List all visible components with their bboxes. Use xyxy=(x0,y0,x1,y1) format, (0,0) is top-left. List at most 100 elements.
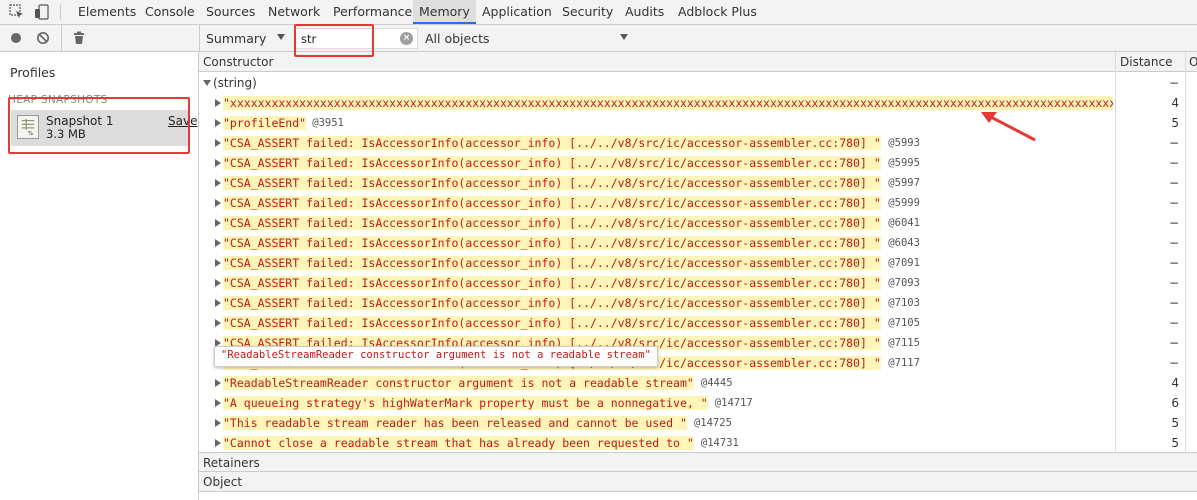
table-row[interactable]: "CSA_ASSERT failed: IsAccessorInfo(acces… xyxy=(199,253,1197,273)
objects-select[interactable]: All objects xyxy=(425,31,490,46)
tab-sources[interactable]: Sources xyxy=(206,0,255,24)
heap-snapshots-title: HEAP SNAPSHOTS xyxy=(8,94,108,106)
table-row[interactable]: "profileEnd" @3951 5 xyxy=(199,113,1197,133)
string-value: "CSA_ASSERT failed: IsAccessorInfo(acces… xyxy=(223,176,881,190)
chevron-down-icon[interactable] xyxy=(620,34,628,40)
table-row[interactable]: "CSA_ASSERT failed: IsAccessorInfo(acces… xyxy=(199,193,1197,213)
distance-cell: 5 xyxy=(1171,416,1179,430)
distance-cell: − xyxy=(1168,216,1179,230)
string-value: "CSA_ASSERT failed: IsAccessorInfo(acces… xyxy=(223,216,881,230)
object-column-header[interactable]: Object xyxy=(199,472,1197,492)
distance-cell: 4 xyxy=(1171,376,1179,390)
expand-triangle-icon[interactable] xyxy=(215,219,221,227)
distance-cell: 4 xyxy=(1171,96,1179,110)
string-value: "This readable stream reader has been re… xyxy=(223,416,687,430)
column-header-constructor[interactable]: Constructor xyxy=(203,55,273,69)
table-row[interactable]: "CSA_ASSERT failed: IsAccessorInfo(acces… xyxy=(199,173,1197,193)
table-row[interactable]: "CSA_ASSERT failed: IsAccessorInfo(acces… xyxy=(199,153,1197,173)
chevron-down-icon[interactable] xyxy=(277,34,285,40)
class-filter-box[interactable]: × xyxy=(294,28,418,49)
table-row[interactable]: "ReadableStreamReader constructor argume… xyxy=(199,373,1197,393)
expand-triangle-icon[interactable] xyxy=(215,239,221,247)
tab-elements[interactable]: Elements xyxy=(78,0,136,24)
toolbar-divider xyxy=(61,25,62,52)
expand-triangle-icon[interactable] xyxy=(215,399,221,407)
group-row-string[interactable]: (string) − xyxy=(199,73,1197,93)
distance-cell: 5 xyxy=(1171,116,1179,130)
distance-cell: − xyxy=(1168,276,1179,290)
tab-memory[interactable]: Memory xyxy=(413,0,476,24)
string-value: "CSA_ASSERT failed: IsAccessorInfo(acces… xyxy=(223,256,881,270)
table-row[interactable]: "This readable stream reader has been re… xyxy=(199,413,1197,433)
table-row[interactable]: "xxxxxxxxxxxxxxxxxxxxxxxxxxxxxxxxxxxxxxx… xyxy=(199,93,1197,113)
string-value: "CSA_ASSERT failed: IsAccessorInfo(acces… xyxy=(223,236,881,250)
devtools-tab-bar: Elements Console Sources Network Performance… xyxy=(0,0,1197,25)
expand-triangle-icon[interactable] xyxy=(215,279,221,287)
expand-triangle-icon[interactable] xyxy=(215,439,221,447)
table-row[interactable]: "A queueing strategy's highWaterMark pro… xyxy=(199,393,1197,413)
record-heap-snapshot-icon[interactable] xyxy=(9,31,23,45)
string-value: "CSA_ASSERT failed: IsAccessorInfo(acces… xyxy=(223,316,881,330)
tab-audits[interactable]: Audits xyxy=(625,0,664,24)
tab-console[interactable]: Console xyxy=(145,0,195,24)
device-toolbar-icon[interactable] xyxy=(34,4,50,20)
expand-triangle-icon[interactable] xyxy=(215,419,221,427)
tab-application[interactable]: Application xyxy=(482,0,552,24)
expand-triangle-icon[interactable] xyxy=(215,299,221,307)
object-id: @7103 xyxy=(888,297,920,309)
svg-text:%: % xyxy=(28,131,33,137)
table-row[interactable]: "CSA_ASSERT failed: IsAccessorInfo(acces… xyxy=(199,273,1197,293)
trash-icon[interactable] xyxy=(72,31,86,45)
distance-cell: − xyxy=(1168,336,1179,350)
expand-triangle-icon[interactable] xyxy=(215,179,221,187)
object-id: @3951 xyxy=(312,117,344,129)
retainers-title: Retainers xyxy=(203,456,260,470)
distance-cell: − xyxy=(1168,296,1179,310)
profiles-sidebar: Profiles HEAP SNAPSHOTS % Snapshot 1 3.3… xyxy=(0,52,199,500)
expand-triangle-icon[interactable] xyxy=(215,319,221,327)
clear-filter-icon[interactable]: × xyxy=(400,32,413,45)
tab-adblock-plus[interactable]: Adblock Plus xyxy=(678,0,757,24)
tabbar-divider xyxy=(60,4,61,20)
profiles-title: Profiles xyxy=(10,65,56,80)
expand-triangle-icon[interactable] xyxy=(215,199,221,207)
expand-triangle-icon[interactable] xyxy=(215,99,221,107)
distance-cell: − xyxy=(1168,356,1179,370)
expand-triangle-icon[interactable] xyxy=(215,159,221,167)
snapshot-size: 3.3 MB xyxy=(46,127,86,141)
distance-cell: − xyxy=(1168,156,1179,170)
string-value: "A queueing strategy's highWaterMark pro… xyxy=(223,396,708,410)
group-name: (string) xyxy=(213,76,257,90)
column-header-distance[interactable]: Distance xyxy=(1120,55,1172,69)
tab-performance[interactable]: Performance xyxy=(333,0,412,24)
table-row[interactable]: "CSA_ASSERT failed: IsAccessorInfo(acces… xyxy=(199,293,1197,313)
inspect-element-icon[interactable] xyxy=(9,4,25,20)
expand-triangle-icon[interactable] xyxy=(215,259,221,267)
save-snapshot-link[interactable]: Save xyxy=(168,114,197,128)
distance-cell: − xyxy=(1168,76,1179,90)
expand-triangle-icon[interactable] xyxy=(203,80,211,86)
expand-triangle-icon[interactable] xyxy=(215,119,221,127)
table-row[interactable]: "CSA_ASSERT failed: IsAccessorInfo(acces… xyxy=(199,313,1197,333)
object-id: @7117 xyxy=(888,357,920,369)
expand-triangle-icon[interactable] xyxy=(215,379,221,387)
string-value: "Cannot close a readable stream that has… xyxy=(223,436,694,450)
snapshot-item[interactable]: % Snapshot 1 3.3 MB Save xyxy=(11,110,197,146)
table-row[interactable]: "CSA_ASSERT failed: IsAccessorInfo(acces… xyxy=(199,213,1197,233)
expand-triangle-icon[interactable] xyxy=(215,139,221,147)
object-id: @5999 xyxy=(888,197,920,209)
object-id: @7091 xyxy=(888,257,920,269)
view-select[interactable]: Summary xyxy=(206,31,266,46)
tab-security[interactable]: Security xyxy=(562,0,613,24)
retainers-panel-header[interactable]: Retainers xyxy=(199,452,1197,472)
table-row[interactable]: "Cannot close a readable stream that has… xyxy=(199,433,1197,452)
table-row[interactable]: "CSA_ASSERT failed: IsAccessorInfo(acces… xyxy=(199,133,1197,153)
distance-cell: − xyxy=(1168,256,1179,270)
string-value: "ReadableStreamReader constructor argume… xyxy=(223,376,694,390)
class-filter-input[interactable] xyxy=(301,31,397,46)
string-value: "CSA_ASSERT failed: IsAccessorInfo(acces… xyxy=(223,136,881,150)
tab-network[interactable]: Network xyxy=(268,0,320,24)
column-header-shallow[interactable]: O xyxy=(1189,55,1197,69)
clear-profiles-icon[interactable] xyxy=(36,31,50,45)
table-row[interactable]: "CSA_ASSERT failed: IsAccessorInfo(acces… xyxy=(199,233,1197,253)
